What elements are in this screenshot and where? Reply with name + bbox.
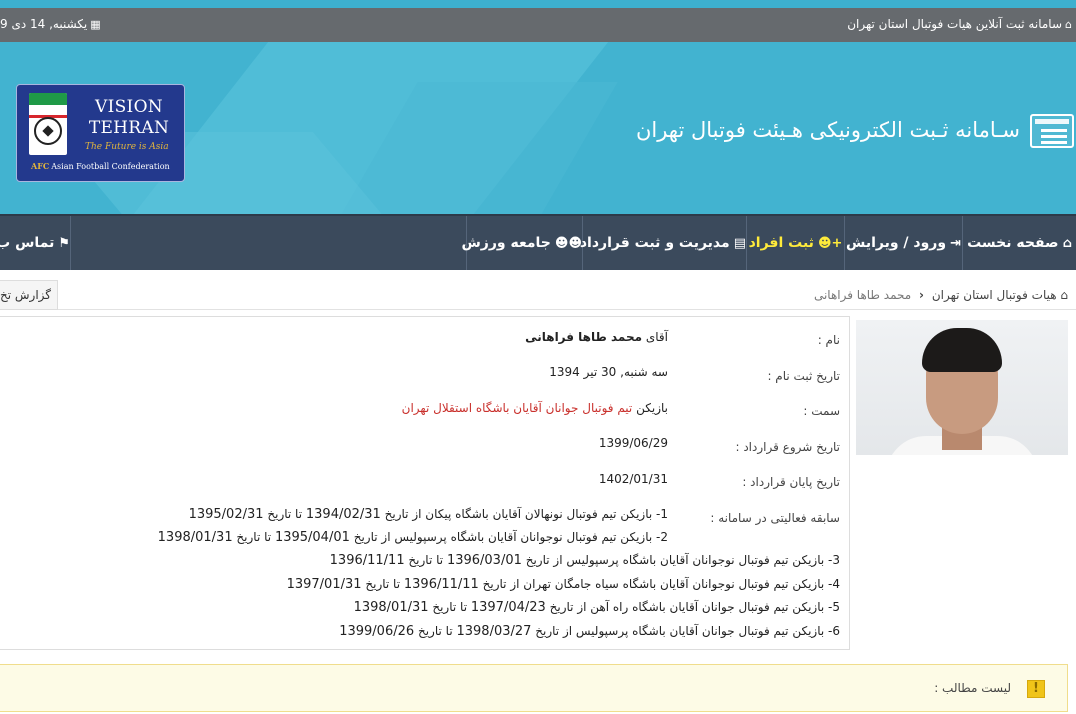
contract-start-value: 1399/06/29: [598, 436, 668, 450]
position-prefix: بازیکن: [636, 401, 668, 415]
history-to: 1398/01/31: [157, 530, 233, 545]
history-item: 5- بازیکن تیم فوتبال جوانان آقایان باشگا…: [354, 600, 840, 615]
name-prefix: آقای: [645, 330, 668, 344]
history-from: 1396/03/01: [446, 553, 522, 568]
history-mid: تا تاریخ: [408, 553, 444, 567]
header-banner: VISION TEHRAN The Future is Asia AFC Asia…: [0, 42, 1076, 214]
history-from: 1398/03/27: [456, 624, 532, 639]
history-from: 1394/02/31: [305, 507, 381, 522]
regdate-label: تاریخ ثبت نام :: [767, 369, 840, 383]
history-to: 1398/01/31: [353, 600, 429, 615]
history-text: 4- بازیکن تیم فوتبال نوجوانان آقایان باش…: [482, 577, 840, 591]
regdate-value: سه شنبه, 30 تیر 1394: [549, 365, 668, 379]
breadcrumb-bar: ⌂ هیات فوتبال استان تهران ‹ محمد طاها فر…: [0, 280, 1076, 310]
top-bar: ⌂سامانه ثبت آنلاین هیات فوتبال استان تهر…: [0, 8, 1076, 42]
name-value: آقای محمد طاها فراهانی: [525, 330, 668, 344]
nav-label: ثبت افراد: [748, 235, 814, 251]
football-icon: [34, 117, 62, 145]
logo-line2: TEHRAN: [88, 118, 170, 138]
warning-icon: !: [1027, 680, 1045, 698]
home-icon: ⌂: [1065, 18, 1072, 31]
browser-list-icon: [1030, 114, 1074, 148]
nav-register-people[interactable]: +☻ثبت افراد: [746, 216, 844, 270]
logo-line1: VISION: [95, 97, 163, 117]
history-label: سابقه فعالیتی در سامانه :: [710, 511, 840, 525]
history-item: 3- بازیکن تیم فوتبال نوجوانان آقایان باش…: [330, 553, 840, 568]
todo-label: لیست مطالب :: [934, 681, 1011, 695]
history-text: 1- بازیکن تیم فوتبال نونهالان آقایان باش…: [384, 507, 668, 521]
site-label[interactable]: ⌂سامانه ثبت آنلاین هیات فوتبال استان تهر…: [847, 17, 1072, 31]
position-label: سمت :: [803, 404, 840, 418]
site-title: سـامانه ثـبت الکترونیکی هـیئت فوتبال تهر…: [635, 118, 1020, 142]
todo-panel: ! لیست مطالب :: [0, 664, 1068, 712]
player-name: محمد طاها فراهانی: [525, 330, 643, 344]
nav-sports-community[interactable]: ☻☻جامعه ورزش: [461, 216, 582, 270]
history-text: 2- بازیکن تیم فوتبال نوجوانان آقایان باش…: [353, 530, 668, 544]
sign-in-icon: ⇥: [950, 236, 961, 251]
nav-contracts[interactable]: ▤مدیریت و ثبت قرارداد: [579, 216, 746, 270]
nav-label: تماس ب: [0, 235, 55, 251]
iran-federation-emblem: [29, 93, 67, 155]
history-mid: تا تاریخ: [365, 577, 401, 591]
contract-start-label: تاریخ شروع قرارداد :: [735, 440, 840, 454]
breadcrumb-root[interactable]: هیات فوتبال استان تهران: [932, 288, 1057, 302]
history-mid: تا تاریخ: [432, 600, 468, 614]
history-text: 3- بازیکن تیم فوتبال نوجوانان آقایان باش…: [525, 553, 840, 567]
history-mid: تا تاریخ: [417, 624, 453, 638]
history-item: 6- بازیکن تیم فوتبال جوانان آقایان باشگا…: [339, 624, 840, 639]
nav-spacer: [70, 216, 466, 270]
nav-label: مدیریت و ثبت قرارداد: [579, 235, 730, 251]
contract-end-value: 1402/01/31: [598, 472, 668, 486]
list-icon: ▤: [733, 236, 746, 251]
contract-end-label: تاریخ پایان قرارداد :: [742, 475, 840, 489]
history-to: 1395/02/31: [188, 507, 264, 522]
afc-text: Asian Football Confederation: [51, 162, 170, 171]
nav-contact[interactable]: ⚑تماس ب: [0, 216, 70, 270]
history-item: 4- بازیکن تیم فوتبال نوجوانان آقایان باش…: [287, 577, 840, 592]
date-display: ▦یکشنبه, 14 دی 9: [0, 17, 101, 31]
history-item: 1- بازیکن تیم فوتبال نونهالان آقایان باش…: [189, 507, 668, 522]
history-from: 1396/11/11: [403, 577, 479, 592]
top-accent-strip: [0, 0, 1076, 8]
site-label-text: سامانه ثبت آنلاین هیات فوتبال استان تهرا…: [847, 17, 1063, 31]
history-text: 6- بازیکن تیم فوتبال جوانان آقایان باشگا…: [535, 624, 840, 638]
position-team: تیم فوتبال جوانان آقایان باشگاه استقلال …: [401, 401, 633, 415]
history-to: 1396/11/11: [329, 553, 405, 568]
name-label: نام :: [817, 333, 840, 347]
history-from: 1397/04/23: [470, 600, 546, 615]
history-mid: تا تاریخ: [267, 507, 303, 521]
nav-login-edit[interactable]: ⇥ورود / ویرایش: [844, 216, 962, 270]
history-from: 1395/04/01: [274, 530, 350, 545]
users-icon: ☻☻: [554, 236, 582, 251]
main-navbar: ⌂صفحه نخست ⇥ورود / ویرایش +☻ثبت افراد ▤م…: [0, 214, 1076, 270]
calendar-icon: ▦: [90, 18, 101, 31]
vision-tehran-logo[interactable]: VISION TEHRAN The Future is Asia AFC Asia…: [16, 84, 185, 182]
date-text: یکشنبه, 14 دی 9: [0, 17, 88, 31]
nav-home[interactable]: ⌂صفحه نخست: [962, 216, 1076, 270]
history-mid: تا تاریخ: [236, 530, 272, 544]
breadcrumb: ⌂ هیات فوتبال استان تهران ‹ محمد طاها فر…: [814, 288, 1068, 302]
history-item: 2- بازیکن تیم فوتبال نوجوانان آقایان باش…: [158, 530, 668, 545]
home-icon: ⌂: [1062, 236, 1072, 251]
report-tab[interactable]: گزارش تخ: [0, 280, 58, 310]
nav-label: صفحه نخست: [967, 235, 1059, 251]
breadcrumb-current: محمد طاها فراهانی: [813, 288, 912, 302]
afc-mark: AFC: [31, 161, 50, 171]
player-photo: [856, 320, 1068, 455]
user-plus-icon: +☻: [817, 236, 843, 251]
logo-tagline: The Future is Asia: [85, 142, 169, 152]
history-text: 5- بازیکن تیم فوتبال جوانان آقایان باشگا…: [549, 600, 840, 614]
history-to: 1397/01/31: [286, 577, 362, 592]
history-to: 1399/06/26: [339, 624, 415, 639]
afc-label: AFC Asian Football Confederation: [31, 161, 170, 171]
home-icon[interactable]: ⌂: [1060, 288, 1068, 302]
chevron-left-icon: ‹: [919, 288, 924, 302]
nav-label: ورود / ویرایش: [846, 235, 947, 251]
position-value: بازیکن تیم فوتبال جوانان آقایان باشگاه ا…: [402, 401, 668, 415]
nav-label: جامعه ورزش: [461, 235, 551, 251]
flag-icon: ⚑: [58, 236, 70, 251]
